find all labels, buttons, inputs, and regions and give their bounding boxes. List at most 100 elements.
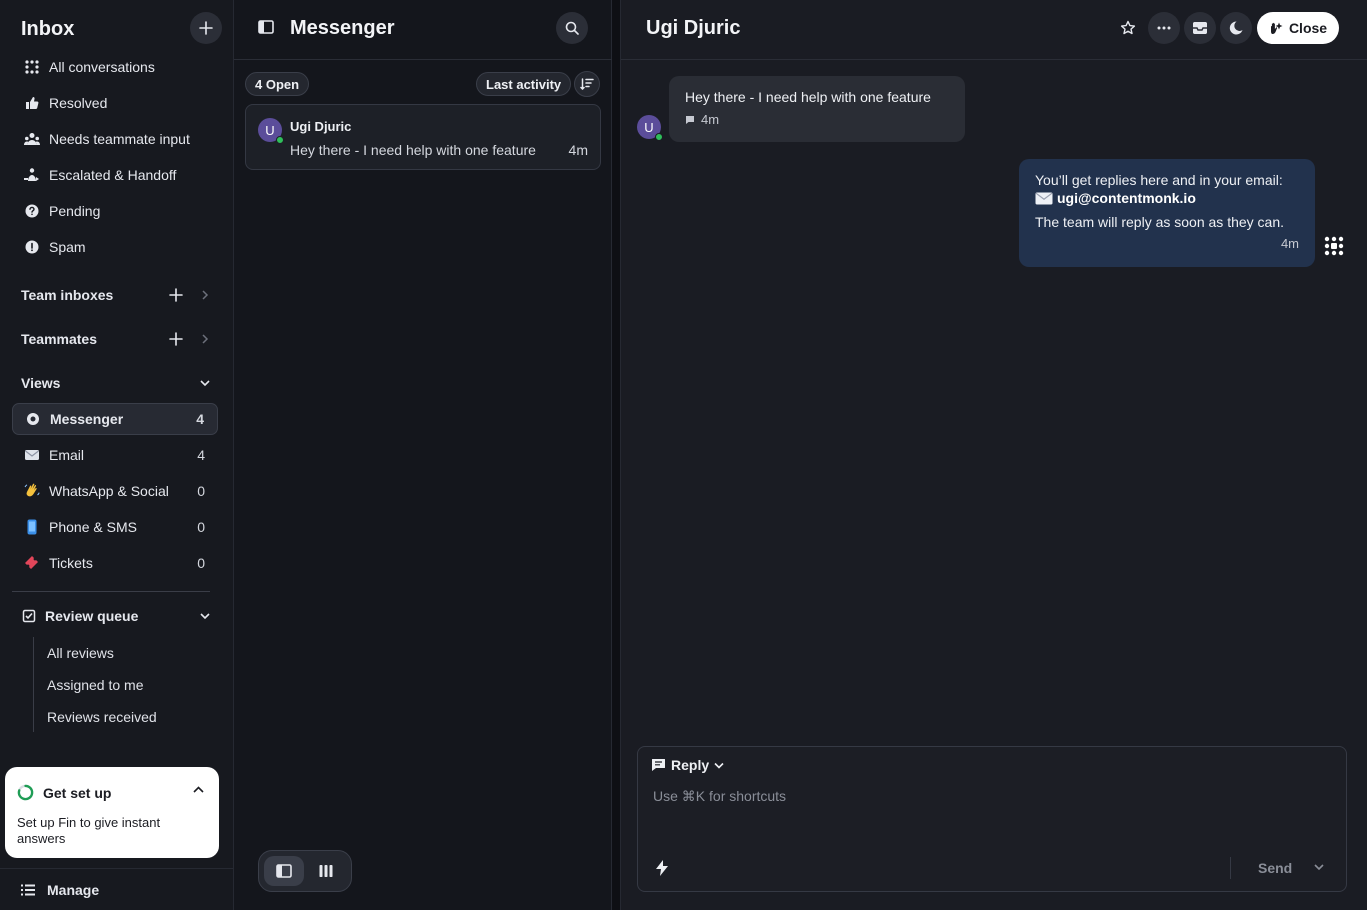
- setup-description: Set up Fin to give instant answers: [17, 815, 161, 846]
- open-filter-button[interactable]: 4 Open: [245, 72, 310, 96]
- message-time: 4m: [701, 112, 720, 127]
- views-title[interactable]: Views: [21, 375, 60, 391]
- nav-pending[interactable]: Pending: [12, 196, 218, 226]
- view-count: 0: [197, 519, 205, 535]
- alert-icon: [24, 239, 40, 255]
- new-conversation-button[interactable]: [190, 12, 222, 44]
- handoff-icon: [24, 167, 40, 183]
- message-time: 4m: [1280, 236, 1299, 251]
- customer-avatar[interactable]: U: [637, 115, 663, 141]
- view-count: 0: [197, 483, 205, 499]
- reply-input[interactable]: Use ⌘K for shortcuts: [653, 788, 786, 805]
- view-label: Messenger: [50, 411, 124, 427]
- message-text: Hey there - I need help with one feature: [685, 89, 931, 105]
- nav-escalated-handoff[interactable]: Escalated & Handoff: [12, 160, 218, 190]
- list-icon: [21, 884, 35, 896]
- chevron-right-icon[interactable]: [198, 288, 212, 302]
- chat-bubble-icon: [686, 115, 694, 124]
- envelope-emoji-icon: [1035, 192, 1053, 204]
- add-teammate-button[interactable]: [163, 326, 189, 352]
- reply-chat-icon: [652, 759, 665, 771]
- close-conversation-button[interactable]: Close: [1257, 12, 1339, 44]
- inbox-button[interactable]: [1184, 12, 1216, 44]
- incoming-message: Hey there - I need help with one feature…: [669, 76, 965, 142]
- reply-mode-selector[interactable]: Reply: [651, 757, 724, 773]
- add-team-inbox-button[interactable]: [163, 282, 189, 308]
- review-queue-header[interactable]: Review queue: [22, 608, 138, 624]
- sidebar: Inbox All conversations Resolved Needs t…: [0, 0, 234, 910]
- setup-title: Get set up: [43, 785, 112, 801]
- team-inboxes-title[interactable]: Team inboxes: [21, 287, 113, 303]
- columns-layout-icon: [319, 865, 333, 877]
- nav-label: Needs teammate input: [49, 131, 190, 147]
- more-options-button[interactable]: [1148, 12, 1180, 44]
- sidebar-header: Inbox: [21, 12, 222, 44]
- operator-bot-icon: [1324, 236, 1344, 256]
- manage-label: Manage: [47, 881, 100, 898]
- conversation-item[interactable]: U Ugi Djuric Hey there - I need help wit…: [245, 104, 601, 170]
- list-title: Messenger: [290, 17, 395, 39]
- sort-direction-button[interactable]: [574, 71, 600, 97]
- teammates-title[interactable]: Teammates: [21, 331, 97, 347]
- outgoing-message: You’ll get replies here and in your emai…: [1019, 159, 1315, 267]
- star-icon: [1120, 20, 1136, 35]
- avatar-initial: U: [265, 122, 275, 138]
- view-count: 4: [196, 411, 204, 427]
- send-button[interactable]: Send: [1258, 860, 1292, 876]
- plus-icon: [199, 21, 213, 35]
- conversation-panel: Ugi Djuric z Close Hey there - I need he…: [620, 0, 1367, 910]
- thumbs-up-icon: [24, 95, 40, 111]
- close-label: Close: [1288, 20, 1328, 36]
- view-email[interactable]: Email 4: [12, 440, 218, 470]
- chevron-right-icon[interactable]: [198, 332, 212, 346]
- message-meta: 4m: [685, 112, 719, 127]
- layout-list-button[interactable]: [264, 856, 304, 886]
- snooze-button[interactable]: z: [1220, 12, 1252, 44]
- nav-label: Spam: [49, 239, 86, 255]
- search-button[interactable]: [556, 12, 588, 44]
- view-label: Tickets: [49, 555, 93, 571]
- manage-button[interactable]: Manage: [0, 868, 233, 910]
- review-assigned-to-me[interactable]: Assigned to me: [47, 677, 144, 693]
- review-all-reviews[interactable]: All reviews: [47, 645, 114, 661]
- chevron-up-icon[interactable]: [193, 786, 204, 794]
- view-count: 0: [197, 555, 205, 571]
- more-icon: [1157, 26, 1171, 30]
- conversation-list-panel: Messenger 4 Open Last activity U Ugi Dju…: [234, 0, 612, 910]
- inbox-tray-icon: [1193, 22, 1207, 34]
- list-layout-icon: [276, 864, 292, 878]
- waving-hand-emoji-icon: [24, 483, 40, 499]
- nav-spam[interactable]: Spam: [12, 232, 218, 262]
- message-line-1: You’ll get replies here and in your emai…: [1035, 172, 1283, 188]
- nav-needs-teammate-input[interactable]: Needs teammate input: [12, 124, 218, 154]
- review-icon: [22, 609, 36, 623]
- question-icon: [24, 203, 40, 219]
- message-email[interactable]: ugi@contentmonk.io: [1057, 190, 1196, 206]
- sidebar-toggle-icon[interactable]: [258, 20, 274, 34]
- conversation-title: Ugi Djuric: [646, 17, 741, 39]
- view-messenger[interactable]: Messenger 4: [12, 403, 218, 435]
- messenger-icon: [25, 411, 41, 427]
- snooze-moon-icon: z: [1229, 21, 1243, 35]
- chevron-down-icon[interactable]: [1313, 860, 1325, 874]
- view-phone-sms[interactable]: Phone & SMS 0: [12, 512, 218, 542]
- nav-all-conversations[interactable]: All conversations: [12, 52, 218, 82]
- reply-composer: Reply Use ⌘K for shortcuts Send: [637, 746, 1347, 892]
- get-set-up-card[interactable]: Get set up Set up Fin to give instant an…: [5, 767, 219, 858]
- view-whatsapp-social[interactable]: WhatsApp & Social 0: [12, 476, 218, 506]
- nav-resolved[interactable]: Resolved: [12, 88, 218, 118]
- layout-columns-button[interactable]: [306, 856, 346, 886]
- chevron-down-icon: [714, 762, 724, 769]
- chevron-down-icon[interactable]: [198, 609, 212, 623]
- phone-emoji-icon: [24, 519, 40, 535]
- composer-divider: [1230, 857, 1231, 879]
- star-button[interactable]: [1112, 12, 1144, 44]
- view-tickets[interactable]: Tickets 0: [12, 548, 218, 578]
- chevron-down-icon[interactable]: [198, 376, 212, 390]
- nav-label: Pending: [49, 203, 101, 219]
- sort-by-button[interactable]: Last activity: [476, 72, 572, 96]
- conversation-name: Ugi Djuric: [290, 119, 352, 134]
- lightning-icon[interactable]: [656, 860, 668, 876]
- people-icon: [24, 131, 40, 147]
- review-reviews-received[interactable]: Reviews received: [47, 709, 157, 725]
